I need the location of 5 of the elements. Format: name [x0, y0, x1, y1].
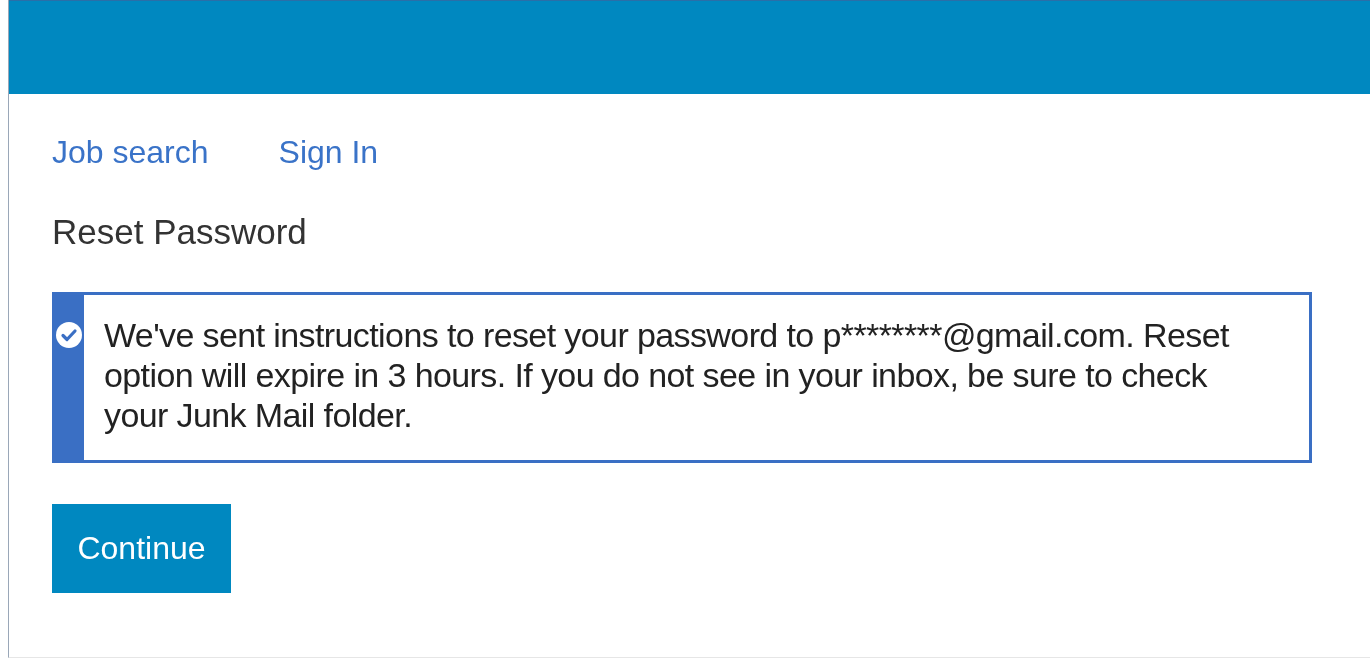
page-title: Reset Password — [52, 211, 308, 253]
continue-button[interactable]: Continue — [52, 504, 231, 593]
alert-message: We've sent instructions to reset your password to p********@gmail.com. Reset option will expire in 3 hours. If you do not see in your inbox, be sure to check your Junk Mail folder. — [103, 315, 1231, 436]
nav-link[interactable]: Job search — [52, 130, 209, 174]
nav-link[interactable]: Sign In — [278, 130, 379, 174]
